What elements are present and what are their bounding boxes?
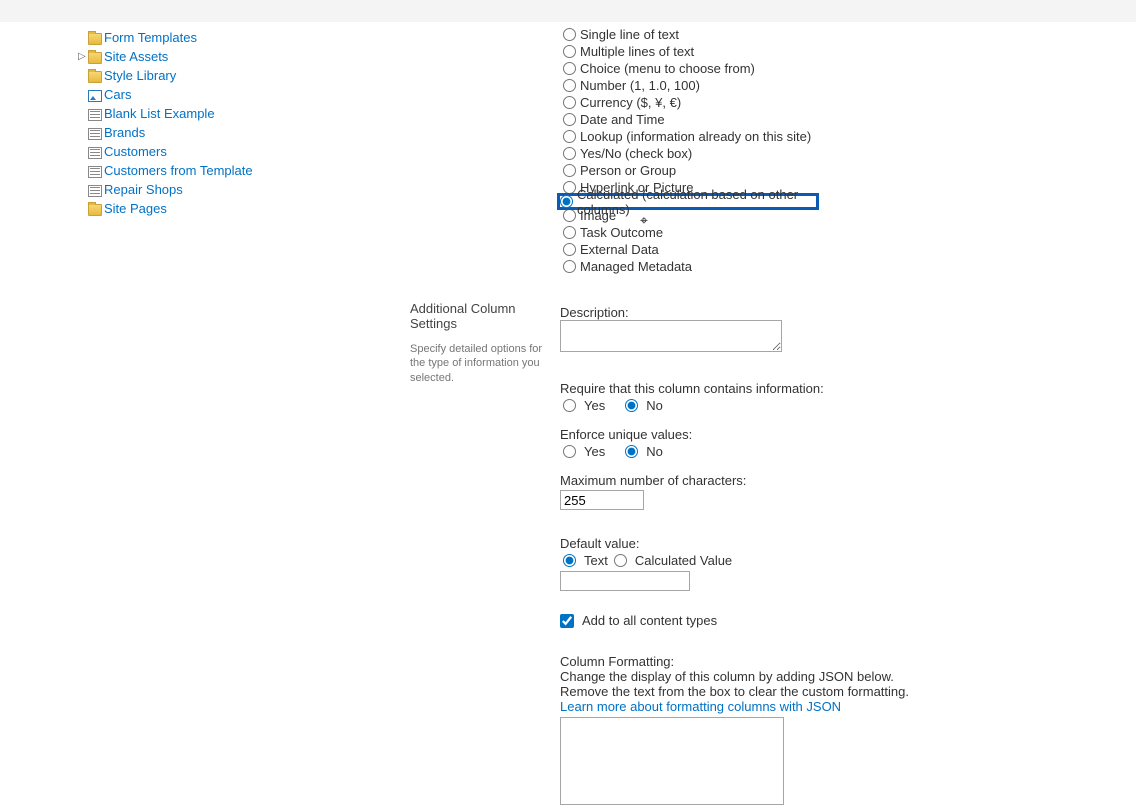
list-icon — [88, 147, 102, 159]
nav-item-style-library[interactable]: Style Library — [78, 66, 380, 85]
nav-item-repair-shops[interactable]: Repair Shops — [78, 180, 380, 199]
maxchars-input[interactable] — [560, 490, 644, 510]
column-type-radio[interactable] — [563, 130, 576, 143]
require-yes-label: Yes — [584, 398, 605, 413]
pic-icon — [88, 90, 102, 102]
nav-item-label: Blank List Example — [104, 106, 215, 121]
default-value-input[interactable] — [560, 571, 690, 591]
column-type-label: Person or Group — [580, 163, 676, 178]
add-to-content-types-checkbox[interactable] — [560, 614, 574, 628]
default-calc-label: Calculated Value — [635, 553, 732, 568]
default-text-label: Text — [584, 553, 608, 568]
nav-item-blank-list-example[interactable]: Blank List Example — [78, 104, 380, 123]
column-type-label: Choice (menu to choose from) — [580, 61, 755, 76]
list-icon — [88, 185, 102, 197]
description-input[interactable] — [560, 320, 782, 352]
column-formatting-heading: Column Formatting: — [560, 654, 909, 669]
default-calc-radio[interactable] — [614, 554, 627, 567]
column-type-label: Task Outcome — [580, 225, 663, 240]
nav-item-label: Repair Shops — [104, 182, 183, 197]
column-settings-form: Single line of text Multiple lines of tex… — [380, 22, 1136, 808]
nav-item-label: Brands — [104, 125, 145, 140]
nav-item-label: Form Templates — [104, 30, 197, 45]
list-icon — [88, 128, 102, 140]
nav-item-label: Customers from Template — [104, 163, 253, 178]
nav-item-customers[interactable]: Customers — [78, 142, 380, 161]
column-type-label: Currency ($, ¥, €) — [580, 95, 681, 110]
require-no-label: No — [646, 398, 663, 413]
nav-item-site-assets[interactable]: ▷ Site Assets — [78, 47, 380, 66]
quick-launch-navigation: Form Templates ▷ Site Assets Style Library C… — [0, 22, 380, 808]
unique-label: Enforce unique values: — [560, 427, 909, 442]
nav-item-label: Customers — [104, 144, 167, 159]
column-type-radio[interactable] — [563, 147, 576, 160]
unique-no-label: No — [646, 444, 663, 459]
column-type-radio[interactable] — [563, 96, 576, 109]
column-type-radio[interactable] — [563, 79, 576, 92]
folder-icon — [88, 204, 102, 216]
column-type-radio[interactable] — [560, 195, 573, 208]
column-formatting-link[interactable]: Learn more about formatting columns with… — [560, 699, 841, 714]
column-type-radio[interactable] — [563, 226, 576, 239]
list-icon — [88, 109, 102, 121]
column-type-label: Date and Time — [580, 112, 665, 127]
folder-icon — [88, 33, 102, 45]
nav-item-label: Site Assets — [104, 49, 168, 64]
nav-item-label: Site Pages — [104, 201, 167, 216]
column-type-group: Single line of text Multiple lines of tex… — [560, 26, 819, 275]
column-formatting-line2: Remove the text from the box to clear th… — [560, 684, 909, 699]
top-ribbon-bar — [0, 0, 1136, 22]
nav-item-form-templates[interactable]: Form Templates — [78, 28, 380, 47]
add-to-content-types-label: Add to all content types — [582, 613, 717, 628]
column-type-label: Multiple lines of text — [580, 44, 694, 59]
column-type-radio[interactable] — [563, 209, 576, 222]
column-formatting-line1: Change the display of this column by add… — [560, 669, 909, 684]
nav-item-site-pages[interactable]: Site Pages — [78, 199, 380, 218]
additional-settings-heading: Additional Column Settings — [410, 301, 550, 331]
nav-item-brands[interactable]: Brands — [78, 123, 380, 142]
column-type-label: Managed Metadata — [580, 259, 692, 274]
default-text-radio[interactable] — [563, 554, 576, 567]
column-type-radio[interactable] — [563, 28, 576, 41]
list-icon — [88, 166, 102, 178]
column-type-label: Lookup (information already on this site… — [580, 129, 811, 144]
folder-icon — [88, 71, 102, 83]
description-label: Description: — [560, 305, 909, 320]
column-type-label: Number (1, 1.0, 100) — [580, 78, 700, 93]
nav-item-label: Cars — [104, 87, 131, 102]
nav-item-customers-from-template[interactable]: Customers from Template — [78, 161, 380, 180]
require-yes-radio[interactable] — [563, 399, 576, 412]
column-type-radio[interactable] — [563, 164, 576, 177]
additional-settings-desc: Specify detailed options for the type of… — [410, 342, 550, 385]
require-no-radio[interactable] — [625, 399, 638, 412]
unique-no-radio[interactable] — [625, 445, 638, 458]
column-type-radio[interactable] — [563, 45, 576, 58]
column-formatting-json-input[interactable] — [560, 717, 784, 805]
nav-item-label: Style Library — [104, 68, 176, 83]
column-type-label: External Data — [580, 242, 659, 257]
expand-caret-icon: ▷ — [78, 51, 88, 62]
unique-yes-label: Yes — [584, 444, 605, 459]
column-type-label: Single line of text — [580, 27, 679, 42]
require-info-label: Require that this column contains inform… — [560, 381, 909, 396]
column-type-label: Yes/No (check box) — [580, 146, 692, 161]
column-type-radio[interactable] — [563, 113, 576, 126]
unique-yes-radio[interactable] — [563, 445, 576, 458]
column-type-label: Calculated (calculation based on other c… — [577, 187, 810, 217]
column-type-radio[interactable] — [563, 243, 576, 256]
folder-icon — [88, 52, 102, 64]
nav-item-cars[interactable]: Cars — [78, 85, 380, 104]
default-value-label: Default value: — [560, 536, 909, 551]
maxchars-label: Maximum number of characters: — [560, 473, 909, 488]
column-type-radio[interactable] — [563, 260, 576, 273]
column-type-radio[interactable] — [563, 62, 576, 75]
